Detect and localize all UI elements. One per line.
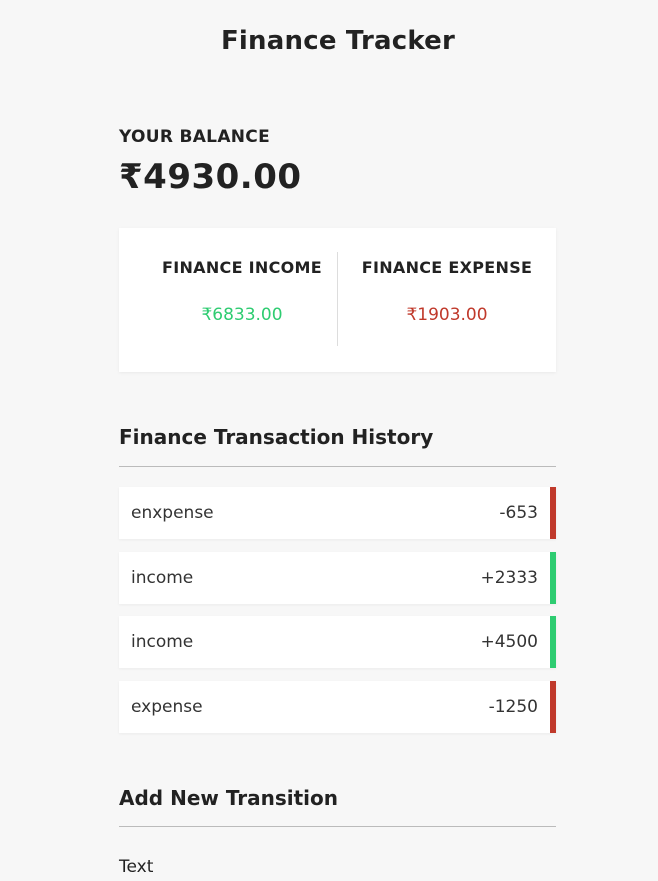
balance-amount: ₹4930.00: [119, 157, 302, 197]
transaction-amount: -653: [499, 503, 538, 523]
transaction-amount: +2333: [480, 567, 538, 588]
add-transaction-divider: [119, 826, 556, 827]
expense-label: FINANCE EXPENSE: [361, 258, 533, 277]
transaction-text: expense: [131, 696, 203, 717]
transaction-item[interactable]: expense -1250: [119, 680, 556, 733]
transaction-text: income: [131, 567, 194, 588]
history-divider: [119, 466, 556, 467]
page-title: Finance Tracker: [220, 26, 456, 56]
transaction-amount: +4500: [480, 632, 538, 652]
balance-label: YOUR BALANCE: [119, 127, 270, 147]
income-label: FINANCE INCOME: [161, 258, 323, 277]
text-field-label: Text: [119, 857, 154, 877]
transaction-amount: -1250: [488, 696, 538, 717]
transaction-text: enxpense: [131, 503, 214, 523]
expense-value: ₹1903.00: [406, 305, 488, 325]
transaction-list: enxpense -653 income +2333 income +4500 …: [119, 487, 556, 745]
transaction-item[interactable]: income +4500: [119, 616, 556, 668]
expense-summary: FINANCE EXPENSE ₹1903.00: [338, 228, 556, 372]
income-value: ₹6833.00: [201, 305, 283, 325]
transaction-item[interactable]: income +2333: [119, 551, 556, 604]
income-summary: FINANCE INCOME ₹6833.00: [119, 228, 337, 372]
transaction-item[interactable]: enxpense -653: [119, 487, 556, 539]
transaction-text: income: [131, 632, 194, 652]
income-expense-summary: FINANCE INCOME ₹6833.00 FINANCE EXPENSE …: [119, 228, 556, 372]
add-transaction-heading: Add New Transition: [119, 786, 339, 810]
history-heading: Finance Transaction History: [119, 425, 434, 449]
